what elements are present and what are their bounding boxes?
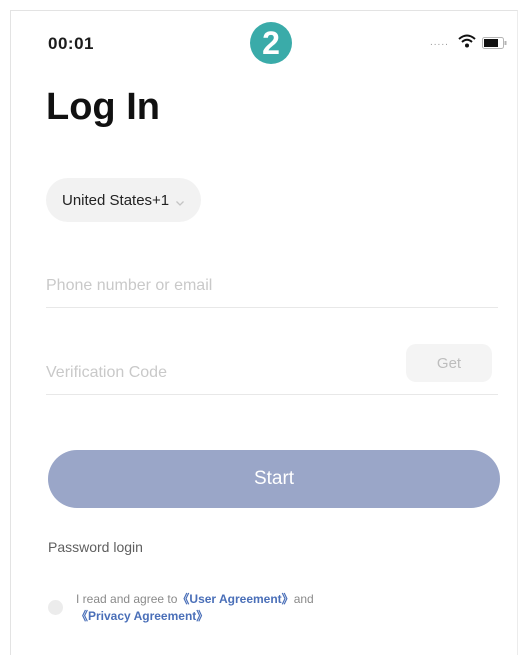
verification-code-input[interactable] [46, 364, 386, 382]
get-code-button[interactable]: Get [406, 344, 492, 382]
agreement-checkbox[interactable] [48, 600, 63, 615]
agreement-prefix: I read and agree to [76, 592, 178, 606]
privacy-agreement-link[interactable]: 《Privacy Agreement》 [76, 609, 208, 623]
verification-code-field: Get [46, 340, 498, 395]
password-login-link[interactable]: Password login [48, 539, 143, 555]
status-icons: ..... [430, 34, 520, 50]
signal-icon: ..... [430, 37, 449, 48]
agreement-and: and [293, 592, 314, 606]
user-agreement-link[interactable]: 《User Agreement》 [177, 592, 293, 606]
step-number-badge: 2 [250, 22, 292, 64]
chevron-down-icon [175, 195, 185, 206]
country-code-label: United States+1 [62, 191, 170, 209]
wifi-icon [458, 34, 476, 53]
phone-email-input[interactable] [46, 277, 386, 295]
agreement-text: I read and agree to《User Agreement》and 《… [76, 591, 406, 625]
start-button[interactable]: Start [48, 450, 500, 508]
page-title: Log In [46, 86, 160, 128]
phone-email-field [46, 253, 498, 308]
country-code-selector[interactable]: United States+1 [46, 178, 202, 222]
battery-icon [482, 36, 508, 54]
status-time: 00:01 [48, 34, 94, 53]
